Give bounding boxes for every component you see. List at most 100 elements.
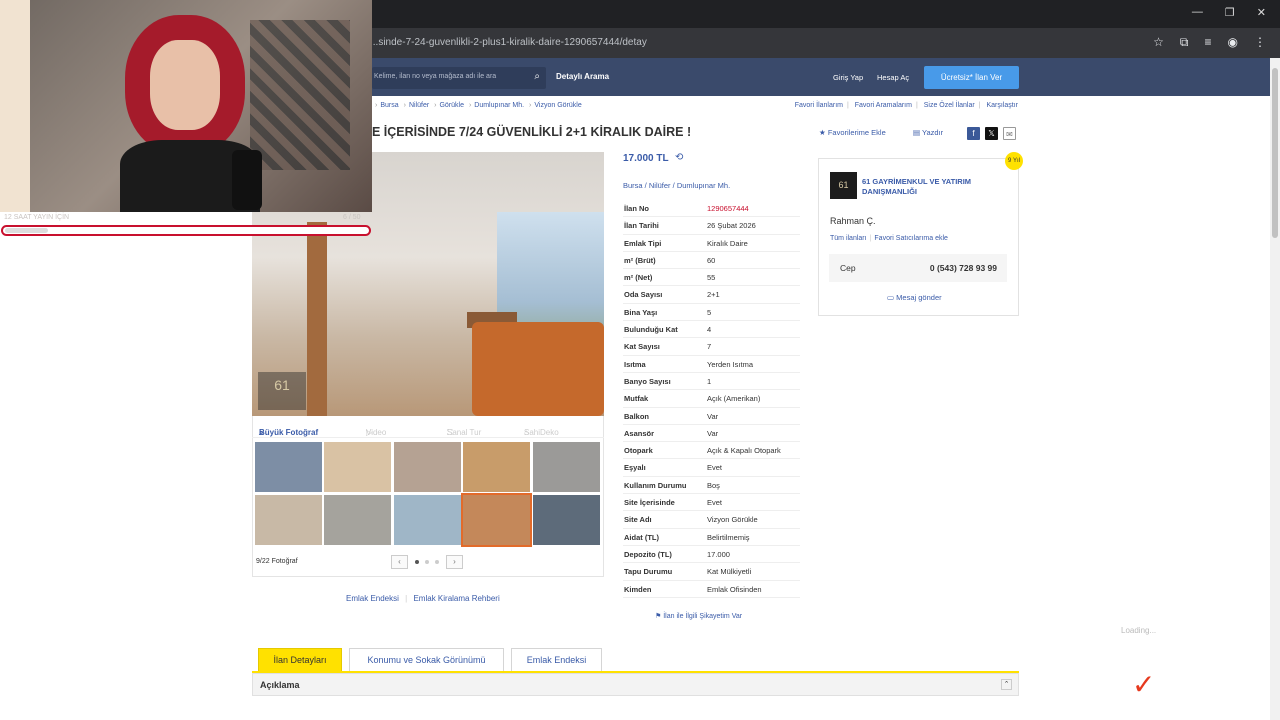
info-key: m² (Net) (624, 273, 653, 283)
info-key: İlan No (624, 204, 650, 213)
browser-toolbar-icons: ☆ ⧉ ≡ ◉ ⋮ (1153, 35, 1266, 50)
thumbnail-selected[interactable] (461, 493, 532, 547)
detailed-search-link[interactable]: Detaylı Arama (556, 72, 609, 81)
photo-tabs: ⌕ Büyük Fotoğraf ▷ Video ⛶ Sanal Tur ⌂ S… (252, 416, 604, 438)
email-icon[interactable]: ✉ (1003, 127, 1016, 140)
search-icon[interactable]: ⌕ (534, 71, 540, 82)
maximize-icon[interactable]: ❐ (1225, 6, 1235, 19)
favorite-searches-link[interactable]: Favori Aramalarım (855, 102, 912, 109)
info-value: 55 (707, 273, 716, 283)
info-row: Emlak Tipi Kiralık Daire (623, 235, 800, 252)
register-link[interactable]: Hesap Aç (877, 73, 909, 82)
webcam-background-clothes (250, 20, 350, 170)
breadcrumb-item[interactable]: Vizyon Görükle (534, 102, 581, 109)
thumbnail[interactable] (324, 495, 391, 545)
webcam-overlay (0, 0, 372, 212)
photo-sofa (472, 322, 604, 416)
compare-link[interactable]: Karşılaştır (986, 102, 1018, 109)
pager-dot[interactable] (415, 560, 419, 564)
info-value: Var (707, 411, 719, 421)
login-link[interactable]: Giriş Yap (833, 73, 863, 82)
facebook-icon[interactable]: f (967, 127, 980, 140)
thumbnail-grid (255, 442, 601, 547)
thumbnail[interactable] (394, 442, 461, 492)
thumbnail[interactable] (463, 442, 530, 492)
favorite-listings-link[interactable]: Favori İlanlarım (795, 102, 843, 109)
search-input[interactable]: Kelime, ilan no veya mağaza adı ile ara … (372, 67, 546, 89)
breadcrumb-item[interactable]: Dumlupınar Mh. (474, 102, 524, 109)
info-key: m² (Brüt) (624, 255, 656, 265)
membership-badge: 9 Yıl (1005, 152, 1023, 170)
info-value: 2+1 (707, 290, 720, 300)
seller-person: Rahman Ç. (830, 216, 876, 226)
tab-listing-details[interactable]: İlan Detayları (258, 648, 342, 672)
thumbnail[interactable] (394, 495, 461, 545)
info-key: Kat Sayısı (624, 342, 660, 352)
all-listings-link[interactable]: Tüm ilanları (830, 235, 867, 242)
add-favorite-seller-link[interactable]: Favori Satıcılarıma ekle (874, 235, 948, 242)
webcam-wall (0, 0, 30, 212)
prev-button[interactable]: ‹ (391, 555, 408, 569)
search-placeholder: Kelime, ilan no veya mağaza adı ile ara (374, 73, 497, 80)
listing-title: E İÇERİSİNDE 7/24 GÜVENLİKLİ 2+1 KİRALIK… (372, 125, 692, 139)
location-neighborhood[interactable]: Dumlupınar Mh. (677, 181, 730, 190)
extensions-icon[interactable]: ⧉ (1180, 35, 1189, 50)
listing-info-table: İlan No 1290657444 İlan Tarihi 26 Şubat 202… (623, 200, 800, 598)
location-city[interactable]: Bursa (623, 181, 643, 190)
info-key: Site İçerisinde (624, 498, 675, 508)
pager-dot[interactable] (435, 560, 439, 564)
scrollbar[interactable] (1270, 58, 1280, 720)
info-row: Banyo Sayısı 1 (623, 373, 800, 391)
thumbnail[interactable] (533, 495, 600, 545)
minimize-icon[interactable]: — (1192, 6, 1203, 19)
info-row: Aidat (TL) Belirtilmemiş (623, 529, 800, 546)
tab-location-street-view[interactable]: Konumu ve Sokak Görünümü (349, 648, 504, 672)
info-row: Eşyalı Evet (623, 459, 800, 477)
flag-icon: ⚑ (655, 613, 664, 620)
emlak-endeksi-link[interactable]: Emlak Endeksi (346, 594, 399, 603)
info-row: İlan Tarihi 26 Şubat 2026 (623, 217, 800, 235)
thumbnail[interactable] (255, 495, 322, 545)
rental-guide-link[interactable]: Emlak Kiralama Rehberi (413, 594, 499, 603)
breadcrumb-item[interactable]: Bursa (380, 102, 398, 109)
star-icon[interactable]: ☆ (1153, 35, 1164, 50)
info-value: 5 (707, 307, 712, 317)
print-link[interactable]: ▤ Yazdır (913, 128, 943, 137)
thumbnail[interactable] (255, 442, 322, 492)
price-history-icon[interactable]: ⟲ (675, 152, 683, 163)
location-district[interactable]: Nilüfer (649, 181, 671, 190)
info-row: Kat Sayısı 7 (623, 338, 800, 356)
url-text[interactable]: ...sinde-7-24-guvenlikli-2-plus1-kiralik… (370, 37, 647, 48)
photo-door (307, 222, 327, 416)
info-key: Depozito (TL) (624, 549, 672, 559)
breadcrumb-item[interactable]: Görükle (439, 102, 464, 109)
profile-icon[interactable]: ◉ (1228, 35, 1238, 50)
post-ad-button[interactable]: Ücretsiz* İlan Ver (924, 66, 1019, 89)
collapse-icon[interactable]: ⌃ (1001, 679, 1012, 690)
pager-dot[interactable] (425, 560, 429, 564)
info-value: Açık & Kapalı Otopark (707, 446, 781, 456)
breadcrumb-item[interactable]: Nilüfer (409, 102, 429, 109)
thumbnail[interactable] (324, 442, 391, 492)
seller-links: Tüm ilanları | Favori Satıcılarıma ekle (830, 235, 948, 242)
seller-name[interactable]: 61 GAYRİMENKUL VE YATIRIM DANIŞMANLIĞI (862, 177, 1012, 197)
phone-number[interactable]: 0 (543) 728 93 99 (930, 263, 997, 273)
send-message-link[interactable]: ▭ Mesaj gönder (887, 293, 942, 302)
add-favorite-link[interactable]: ★ Favorilerime Ekle (819, 128, 886, 137)
gallery-below-links: Emlak Endeksi | Emlak Kiralama Rehberi (346, 594, 500, 603)
share-buttons: f 𝕏 ✉ (967, 127, 1016, 140)
next-button[interactable]: › (446, 555, 463, 569)
complaint-link[interactable]: ⚑ İlan ile İlgili Şikayetim Var (655, 612, 742, 620)
tab-emlak-endeksi[interactable]: Emlak Endeksi (511, 648, 602, 672)
x-twitter-icon[interactable]: 𝕏 (985, 127, 998, 140)
info-row: Bina Yaşı 5 (623, 304, 800, 322)
thumbnail[interactable] (533, 442, 600, 492)
close-icon[interactable]: ✕ (1257, 6, 1266, 19)
media-icon[interactable]: ≡ (1205, 35, 1212, 50)
seller-logo[interactable]: 61 (830, 172, 857, 199)
info-key: Banyo Sayısı (624, 376, 671, 386)
scrollbar-thumb[interactable] (1272, 68, 1278, 238)
stream-goal-progress (1, 225, 371, 236)
special-listings-link[interactable]: Size Özel İlanlar (924, 102, 975, 109)
menu-icon[interactable]: ⋮ (1254, 35, 1266, 50)
